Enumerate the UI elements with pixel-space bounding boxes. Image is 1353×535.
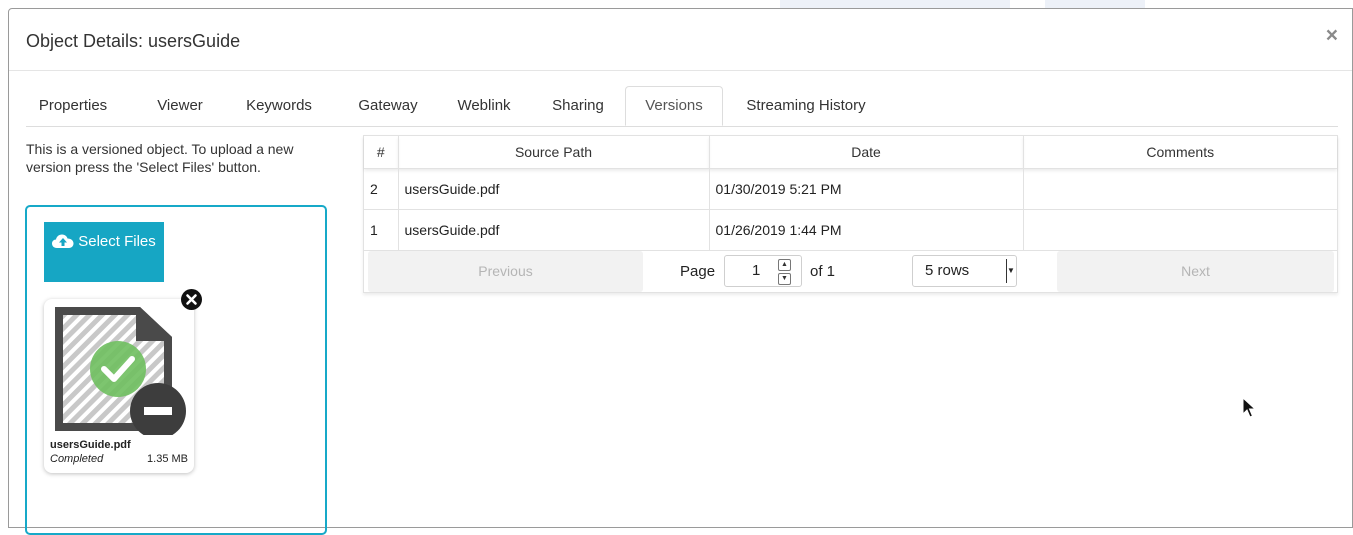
file-thumbnail [52, 305, 186, 440]
uploaded-file-card: usersGuide.pdf Completed 1.35 MB [44, 299, 194, 473]
cell-comments [1023, 209, 1337, 251]
page-label: Page [680, 263, 716, 280]
previous-button[interactable]: Previous [368, 251, 643, 292]
page-spinner[interactable]: ▲ ▼ [778, 259, 791, 285]
cell-comments [1023, 168, 1337, 210]
cell-date: 01/30/2019 5:21 PM [709, 168, 1024, 210]
dialog-title: Object Details: usersGuide [26, 31, 241, 51]
next-button[interactable]: Next [1057, 251, 1334, 292]
dialog-header: Object Details: usersGuide × [9, 9, 1352, 71]
table-row[interactable]: 1 usersGuide.pdf 01/26/2019 1:44 PM [364, 209, 1337, 251]
cell-source-path: usersGuide.pdf [398, 168, 710, 210]
versioned-object-info: This is a versioned object. To upload a … [26, 141, 294, 175]
close-button[interactable]: × [1326, 25, 1338, 46]
rows-per-page-select[interactable]: 5 rows ▼ [912, 255, 1017, 287]
select-files-button[interactable]: Select Files [44, 222, 164, 282]
page-total-label: of 1 [810, 263, 836, 280]
pagination-bar: Previous Page 1 ▲ ▼ of 1 5 rows ▼ Next [364, 247, 1337, 293]
table-header-row: # Source Path Date Comments [364, 136, 1337, 169]
tab-streaming-history[interactable]: Streaming History [731, 86, 881, 126]
cell-date: 01/26/2019 1:44 PM [709, 209, 1024, 251]
cell-source-path: usersGuide.pdf [398, 209, 710, 251]
tab-keywords[interactable]: Keywords [231, 86, 327, 126]
cell-number: 1 [364, 209, 399, 251]
file-status: Completed [50, 453, 104, 465]
object-details-dialog: Object Details: usersGuide × Properties … [8, 8, 1353, 535]
tab-viewer[interactable]: Viewer [146, 86, 214, 126]
column-header-date[interactable]: Date [709, 136, 1024, 169]
upload-dropzone[interactable]: Select Files usersGuide.pdf Completed 1.… [25, 205, 327, 535]
spin-up-icon[interactable]: ▲ [778, 259, 791, 271]
tab-gateway[interactable]: Gateway [346, 86, 430, 126]
mouse-cursor-icon [1242, 396, 1257, 424]
cloud-upload-icon [52, 234, 74, 256]
tab-weblink[interactable]: Weblink [446, 86, 522, 126]
versions-table: # Source Path Date Comments 2 usersGuide… [363, 135, 1338, 293]
tab-properties[interactable]: Properties [26, 86, 120, 126]
rows-selected-value: 5 rows [925, 262, 970, 279]
spin-down-icon[interactable]: ▼ [778, 273, 791, 285]
select-files-label: Select Files [78, 233, 156, 250]
column-header-number[interactable]: # [364, 136, 399, 169]
table-row[interactable]: 2 usersGuide.pdf 01/30/2019 5:21 PM [364, 168, 1337, 210]
tab-bar: Properties Viewer Keywords Gateway Webli… [26, 86, 1338, 127]
cell-number: 2 [364, 168, 399, 210]
column-header-source-path[interactable]: Source Path [398, 136, 710, 169]
column-header-comments[interactable]: Comments [1023, 136, 1337, 169]
file-size: 1.35 MB [147, 453, 188, 465]
remove-file-icon[interactable] [181, 289, 202, 310]
tab-versions[interactable]: Versions [625, 86, 723, 126]
file-name: usersGuide.pdf [50, 439, 131, 451]
tab-sharing[interactable]: Sharing [538, 86, 618, 126]
dropdown-arrow-icon: ▼ [1006, 259, 1015, 283]
